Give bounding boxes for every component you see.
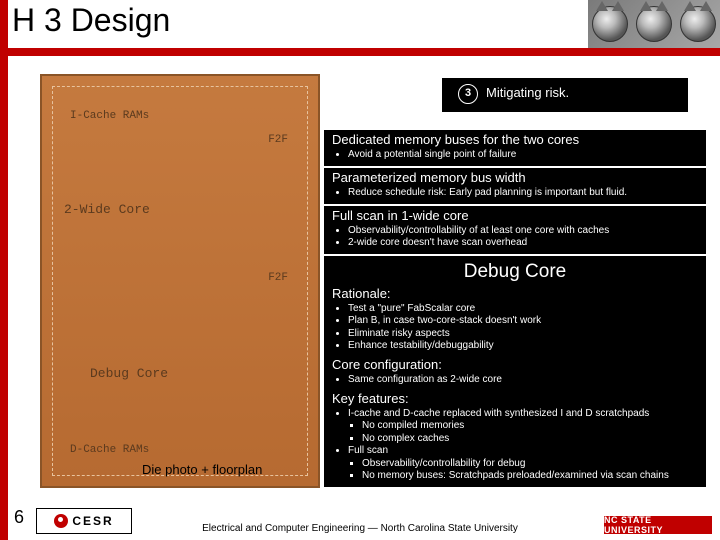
bullet: 2-wide core doesn't have scan overhead	[348, 237, 698, 250]
mitigating-label: Mitigating risk.	[486, 85, 569, 101]
sub-bullet: Observability/controllability for debug	[362, 458, 698, 471]
bullet-text: I-cache and D-cache replaced with synthe…	[348, 408, 649, 419]
bullet: Avoid a potential single point of failur…	[348, 149, 698, 162]
slide-title: H 3 Design	[12, 2, 170, 39]
rationale-heading: Rationale:	[332, 286, 698, 302]
wolf-icon	[680, 6, 716, 42]
die-label-f2f: F2F	[268, 134, 288, 146]
key-features-heading: Key features:	[332, 391, 698, 407]
wolves-image	[588, 0, 720, 48]
die-label-debug: Debug Core	[90, 366, 168, 381]
die-label-2wide: 2-Wide Core	[64, 202, 150, 217]
sub-bullet: No memory buses: Scratchpads preloaded/e…	[362, 470, 698, 483]
bullet: Test a "pure" FabScalar core	[348, 303, 698, 316]
bullet: I-cache and D-cache replaced with synthe…	[348, 408, 698, 446]
bullet: Full scan Observability/controllability …	[348, 445, 698, 483]
wolf-icon	[636, 6, 672, 42]
header-divider	[0, 48, 720, 56]
die-photo: I-Cache RAMs F2F 2-Wide Core F2F Debug C…	[40, 74, 320, 488]
bullet-text: Full scan	[348, 445, 388, 456]
config-heading: Core configuration:	[332, 357, 698, 373]
die-label-f2f: F2F	[268, 272, 288, 284]
debug-core-heading: Debug Core	[332, 260, 698, 284]
sub-bullet: No compiled memories	[362, 420, 698, 433]
panel-dedicated-buses: Dedicated memory buses for the two cores…	[324, 130, 706, 166]
panel-heading: Full scan in 1-wide core	[332, 208, 698, 224]
left-accent-bar	[0, 0, 8, 540]
step-number-icon: 3	[458, 84, 478, 104]
ncsu-logo: NC STATE UNIVERSITY	[604, 516, 712, 534]
bullet: Eliminate risky aspects	[348, 328, 698, 341]
panel-heading: Dedicated memory buses for the two cores	[332, 132, 698, 148]
panel-full-scan: Full scan in 1-wide core Observability/c…	[324, 206, 706, 254]
die-photo-caption: Die photo + floorplan	[142, 462, 262, 477]
bullet: Observability/controllability of at leas…	[348, 225, 698, 238]
sub-bullet: No complex caches	[362, 433, 698, 446]
bullet: Enhance testability/debuggability	[348, 340, 698, 353]
bullet: Same configuration as 2-wide core	[348, 374, 698, 387]
bullet: Reduce schedule risk: Early pad planning…	[348, 187, 698, 200]
panel-heading: Parameterized memory bus width	[332, 170, 698, 186]
bullet: Plan B, in case two-core-stack doesn't w…	[348, 315, 698, 328]
panel-mitigating: 3 Mitigating risk.	[442, 78, 688, 112]
panel-stack: 3 Mitigating risk. Dedicated memory buse…	[324, 78, 706, 489]
wolf-icon	[592, 6, 628, 42]
die-label-icache: I-Cache RAMs	[70, 110, 149, 122]
panel-param-bus: Parameterized memory bus width Reduce sc…	[324, 168, 706, 204]
die-label-dcache: D-Cache RAMs	[70, 444, 149, 456]
panel-debug-core: Debug Core Rationale: Test a "pure" FabS…	[324, 256, 706, 487]
